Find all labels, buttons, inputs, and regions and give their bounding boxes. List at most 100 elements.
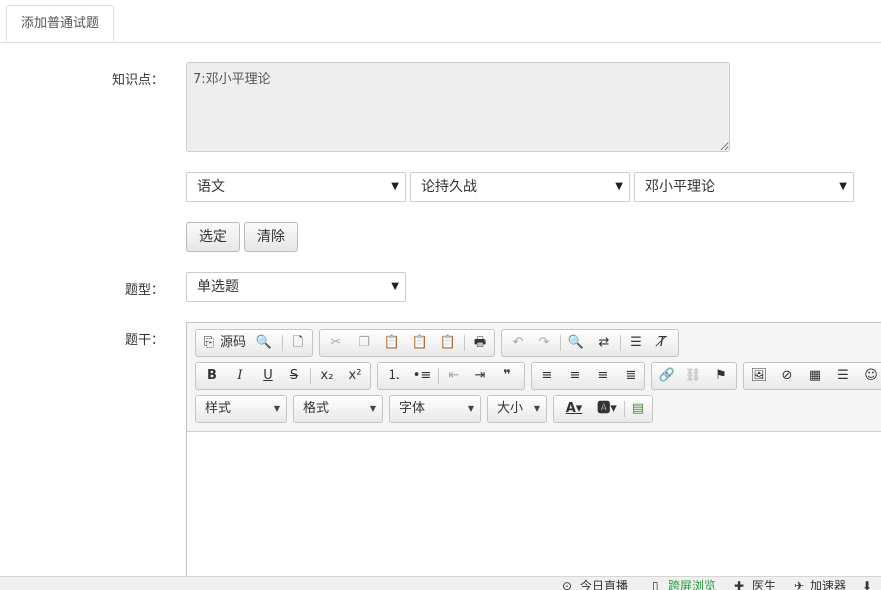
cut-icon[interactable]: ✂ <box>326 333 346 353</box>
font-combo[interactable]: 字体 ▼ <box>389 395 481 423</box>
editor-toolbar: ⎘ 源码 🔍 🗋 ✂ ❐ 📋 📋 📋 🖶 ↶ ↷ 🔍 ⇄ ☰ T̸ B I U … <box>187 323 881 432</box>
editor-content-area[interactable] <box>187 432 881 582</box>
strike-icon[interactable]: S <box>284 366 304 386</box>
superscript-icon[interactable]: x² <box>344 366 366 386</box>
toolbar-separator <box>560 335 561 351</box>
align-left-icon[interactable]: ≡ <box>536 366 558 386</box>
style-combo-label: 样式 <box>205 401 232 416</box>
template-icon[interactable]: 🗋 <box>288 333 308 353</box>
format-combo[interactable]: 格式 ▼ <box>293 395 383 423</box>
doctor-icon[interactable]: ✚ <box>734 579 744 590</box>
horizontal-rule-icon[interactable]: ☰ <box>832 366 854 386</box>
source-icon[interactable]: ⎘ <box>201 333 217 353</box>
chevron-down-icon: ▼ <box>391 181 399 192</box>
find-icon[interactable]: 🔍 <box>566 333 586 353</box>
media-icon[interactable]: ▤ <box>628 399 648 419</box>
bulleted-list-icon[interactable]: •≡ <box>412 366 432 386</box>
toolbar-group-basic-styles: B I U S x₂ x² <box>195 362 371 390</box>
browser-status-bar: ⊙ 今日直播 ▯ 跨屏浏览 ✚ 医生 ✈ 加速器 ⬇ <box>0 576 881 590</box>
point-select-value: 邓小平理论 <box>645 179 715 195</box>
toolbar-separator <box>464 335 465 351</box>
toolbar-group-colors: A▾ 🅰▾ ▤ <box>553 395 653 423</box>
blockquote-icon[interactable]: ❞ <box>496 366 518 386</box>
chevron-down-icon: ▼ <box>467 404 474 413</box>
chevron-down-icon: ▼ <box>391 281 399 292</box>
toolbar-separator <box>310 368 311 384</box>
redo-icon[interactable]: ↷ <box>534 333 554 353</box>
toolbar-group-edit: ↶ ↷ 🔍 ⇄ ☰ T̸ <box>501 329 679 357</box>
undo-icon[interactable]: ↶ <box>508 333 528 353</box>
tab-add-question[interactable]: 添加普通试题 <box>6 5 114 42</box>
align-right-icon[interactable]: ≡ <box>592 366 614 386</box>
clear-button[interactable]: 清除 <box>244 222 298 252</box>
type-label: 题型： <box>124 283 164 298</box>
toolbar-group-lists: ⒈ •≡ ⇤ ⇥ ❞ <box>377 362 525 390</box>
chevron-down-icon: ▼ <box>369 404 376 413</box>
subscript-icon[interactable]: x₂ <box>316 366 338 386</box>
image-icon[interactable]: 🖼 <box>748 366 770 386</box>
size-combo[interactable]: 大小 ▼ <box>487 395 547 423</box>
remove-format-icon[interactable]: T̸ <box>652 333 672 353</box>
phone-icon[interactable]: ▯ <box>652 579 659 590</box>
table-icon[interactable]: ▦ <box>804 366 826 386</box>
flash-icon[interactable]: ⊘ <box>776 366 798 386</box>
status-item-accelerator[interactable]: 加速器 <box>810 579 846 590</box>
toolbar-group-clipboard: ✂ ❐ 📋 📋 📋 🖶 <box>319 329 495 357</box>
accelerator-icon[interactable]: ✈ <box>794 579 804 590</box>
preview-icon[interactable]: 🔍 <box>254 333 274 353</box>
align-center-icon[interactable]: ≡ <box>564 366 586 386</box>
tab-bar: 添加普通试题 <box>0 0 881 43</box>
toolbar-group-align: ≡ ≡ ≡ ≣ <box>531 362 645 390</box>
underline-icon[interactable]: U <box>258 366 278 386</box>
chapter-select-value: 论持久战 <box>421 179 477 195</box>
type-select[interactable]: 单选题 ▼ <box>186 272 406 302</box>
type-select-value: 单选题 <box>197 279 239 295</box>
paste-text-icon[interactable]: 📋 <box>410 333 430 353</box>
point-select[interactable]: 邓小平理论 ▼ <box>634 172 854 202</box>
background-color-icon[interactable]: 🅰▾ <box>592 399 622 419</box>
knowledge-label: 知识点： <box>111 73 164 88</box>
smiley-icon[interactable]: ☺ <box>860 366 881 386</box>
italic-icon[interactable]: I <box>230 366 250 386</box>
anchor-flag-icon[interactable]: ⚑ <box>710 366 732 386</box>
status-item-doctor[interactable]: 医生 <box>752 579 776 590</box>
paste-word-icon[interactable]: 📋 <box>438 333 458 353</box>
status-item-cross-screen[interactable]: 跨屏浏览 <box>668 579 716 590</box>
text-color-icon[interactable]: A▾ <box>560 399 588 419</box>
knowledge-textarea[interactable] <box>186 62 730 152</box>
live-icon[interactable]: ⊙ <box>562 579 572 590</box>
paste-icon[interactable]: 📋 <box>382 333 402 353</box>
format-combo-label: 格式 <box>303 401 330 416</box>
copy-icon[interactable]: ❐ <box>354 333 374 353</box>
chevron-down-icon: ▼ <box>273 404 280 413</box>
subject-select-value: 语文 <box>197 179 225 195</box>
indent-icon[interactable]: ⇥ <box>470 366 490 386</box>
link-icon[interactable]: 🔗 <box>656 366 678 386</box>
unlink-icon[interactable]: ⛓ <box>682 366 704 386</box>
source-button[interactable]: 源码 <box>218 333 248 353</box>
rich-text-editor: ⎘ 源码 🔍 🗋 ✂ ❐ 📋 📋 📋 🖶 ↶ ↷ 🔍 ⇄ ☰ T̸ B I U … <box>186 322 881 582</box>
bold-icon[interactable]: B <box>202 366 222 386</box>
select-all-icon[interactable]: ☰ <box>626 333 646 353</box>
download-icon[interactable]: ⬇ <box>862 579 872 590</box>
chevron-down-icon: ▼ <box>615 181 623 192</box>
replace-icon[interactable]: ⇄ <box>594 333 614 353</box>
chapter-select[interactable]: 论持久战 ▼ <box>410 172 630 202</box>
chevron-down-icon: ▼ <box>839 181 847 192</box>
style-combo[interactable]: 样式 ▼ <box>195 395 287 423</box>
toolbar-separator <box>282 335 283 351</box>
outdent-icon[interactable]: ⇤ <box>444 366 464 386</box>
numbered-list-icon[interactable]: ⒈ <box>384 366 404 386</box>
chevron-down-icon: ▼ <box>533 404 540 413</box>
toolbar-group-links: 🔗 ⛓ ⚑ <box>651 362 737 390</box>
toolbar-group-document: ⎘ 源码 🔍 🗋 <box>195 329 313 357</box>
status-item-live[interactable]: 今日直播 <box>580 579 628 590</box>
print-icon[interactable]: 🖶 <box>470 333 490 353</box>
select-button[interactable]: 选定 <box>186 222 240 252</box>
toolbar-separator <box>624 401 625 417</box>
toolbar-separator <box>620 335 621 351</box>
toolbar-group-insert: 🖼 ⊘ ▦ ☰ ☺ <box>743 362 881 390</box>
stem-label: 题干： <box>124 333 164 348</box>
subject-select[interactable]: 语文 ▼ <box>186 172 406 202</box>
align-justify-icon[interactable]: ≣ <box>620 366 642 386</box>
